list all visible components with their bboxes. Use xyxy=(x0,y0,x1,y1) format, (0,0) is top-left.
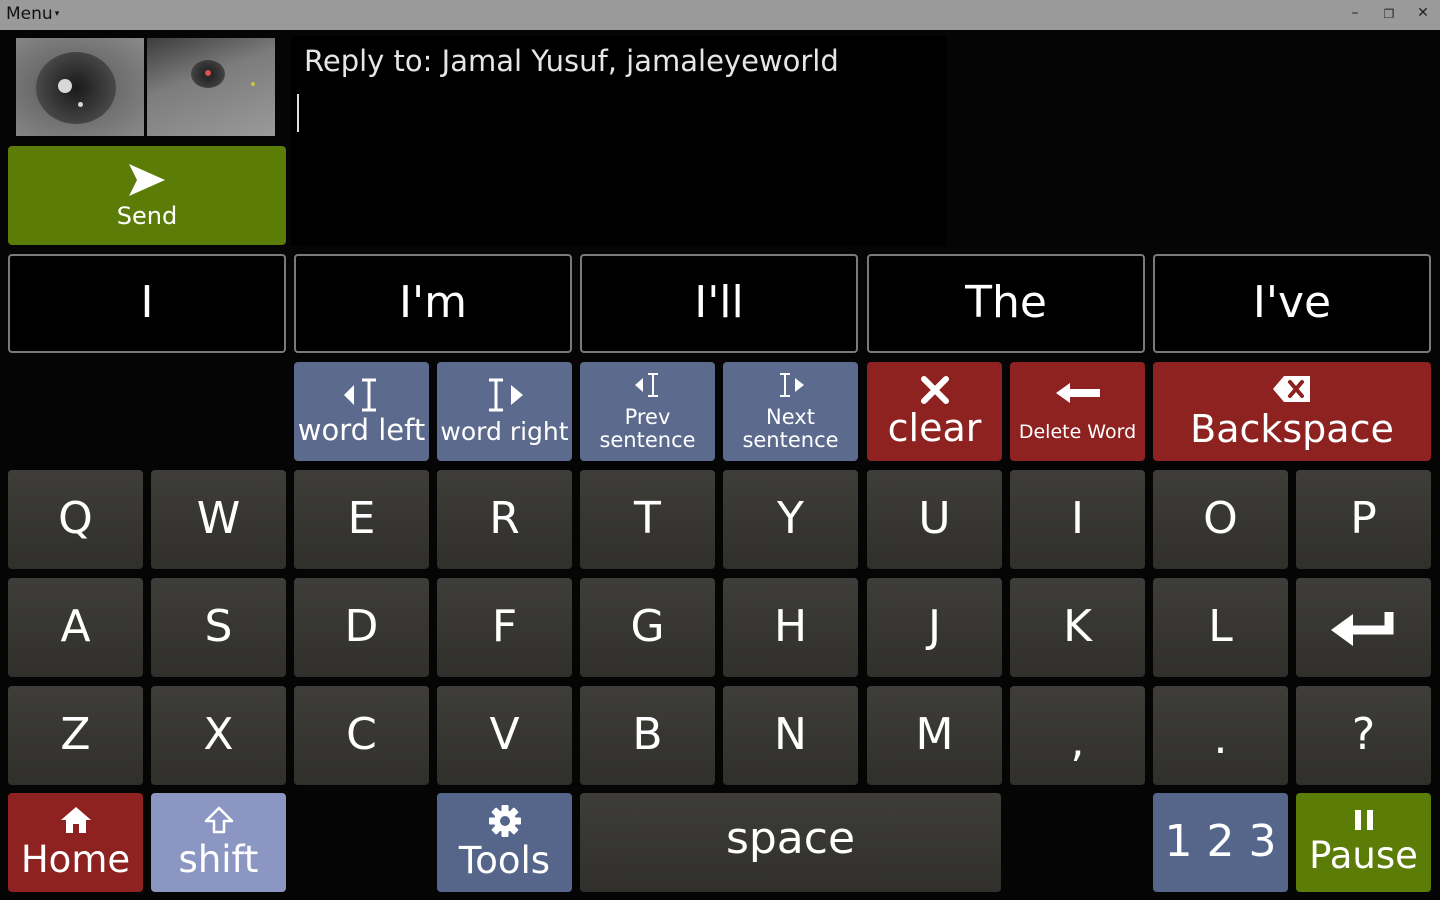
key-e[interactable]: E xyxy=(294,470,429,569)
clear-button[interactable]: clear xyxy=(867,362,1002,461)
cursor-left-icon xyxy=(342,377,382,413)
delete-word-label: Delete Word xyxy=(1018,420,1137,443)
reply-to-header: Reply to: Jamal Yusuf, jamaleyeworld xyxy=(304,44,839,78)
next-sentence-line2: sentence xyxy=(742,427,839,452)
x-icon xyxy=(920,375,950,405)
next-sentence-line1: Next xyxy=(766,405,815,430)
send-label: Send xyxy=(116,201,178,230)
key-j[interactable]: J xyxy=(867,578,1002,677)
key-comma[interactable]: , xyxy=(1010,686,1145,785)
home-icon xyxy=(59,805,93,835)
menu-label: Menu xyxy=(6,4,53,24)
key-h[interactable]: H xyxy=(723,578,858,677)
key-g[interactable]: G xyxy=(580,578,715,677)
prediction-4[interactable]: The xyxy=(867,254,1145,353)
prediction-1[interactable]: I xyxy=(8,254,286,353)
key-x[interactable]: X xyxy=(151,686,286,785)
key-z[interactable]: Z xyxy=(8,686,143,785)
word-left-button[interactable]: word left xyxy=(294,362,429,461)
pause-button[interactable]: Pause xyxy=(1296,793,1431,892)
close-button[interactable]: ✕ xyxy=(1414,5,1432,21)
clear-label: clear xyxy=(887,405,982,450)
backspace-label: Backspace xyxy=(1190,406,1394,451)
delete-word-button[interactable]: Delete Word xyxy=(1010,362,1145,461)
word-left-label: word left xyxy=(297,413,426,448)
next-sentence-button[interactable]: Next sentence xyxy=(723,362,858,461)
send-icon xyxy=(127,162,167,198)
cursor-right-icon xyxy=(777,372,805,398)
menu-caret-icon: ▾ xyxy=(54,9,60,19)
key-b[interactable]: B xyxy=(580,686,715,785)
space-button[interactable]: space xyxy=(580,793,1001,892)
key-o[interactable]: O xyxy=(1153,470,1288,569)
shift-arrow-icon xyxy=(204,805,234,835)
message-panel[interactable]: Reply to: Jamal Yusuf, jamaleyeworld xyxy=(291,36,946,246)
backspace-icon xyxy=(1272,374,1312,404)
key-a[interactable]: A xyxy=(8,578,143,677)
key-question[interactable]: ? xyxy=(1296,686,1431,785)
minimize-button[interactable]: – xyxy=(1346,5,1364,21)
pause-label: Pause xyxy=(1309,834,1418,878)
key-l[interactable]: L xyxy=(1153,578,1288,677)
numbers-button[interactable]: 1 2 3 xyxy=(1153,793,1288,892)
home-label: Home xyxy=(20,838,131,882)
eye-tracker-preview xyxy=(16,38,275,136)
keyboard-app: Send Reply to: Jamal Yusuf, jamaleyeworl… xyxy=(0,30,1440,900)
send-button[interactable]: Send xyxy=(8,146,286,245)
key-c[interactable]: C xyxy=(294,686,429,785)
key-v[interactable]: V xyxy=(437,686,572,785)
gear-icon xyxy=(488,804,522,838)
left-eye-image xyxy=(16,38,144,136)
title-bar: Menu ▾ – ❐ ✕ xyxy=(0,0,1440,30)
prev-sentence-button[interactable]: Prev sentence xyxy=(580,362,715,461)
enter-icon xyxy=(1329,608,1399,648)
key-n[interactable]: N xyxy=(723,686,858,785)
key-d[interactable]: D xyxy=(294,578,429,677)
prediction-5[interactable]: I've xyxy=(1153,254,1431,353)
key-t[interactable]: T xyxy=(580,470,715,569)
prediction-2[interactable]: I'm xyxy=(294,254,572,353)
tools-label: Tools xyxy=(458,839,551,883)
key-f[interactable]: F xyxy=(437,578,572,677)
tools-button[interactable]: Tools xyxy=(437,793,572,892)
key-m[interactable]: M xyxy=(867,686,1002,785)
key-q[interactable]: Q xyxy=(8,470,143,569)
key-u[interactable]: U xyxy=(867,470,1002,569)
key-y[interactable]: Y xyxy=(723,470,858,569)
word-right-label: word right xyxy=(440,417,569,447)
arrow-left-icon xyxy=(1054,381,1102,405)
cursor-right-icon xyxy=(485,377,525,413)
key-i[interactable]: I xyxy=(1010,470,1145,569)
key-w[interactable]: W xyxy=(151,470,286,569)
text-cursor xyxy=(297,94,299,132)
right-eye-image xyxy=(147,38,275,136)
cursor-left-icon xyxy=(634,372,662,398)
restore-button[interactable]: ❐ xyxy=(1380,7,1398,21)
enter-key[interactable] xyxy=(1296,578,1431,677)
shift-label: shift xyxy=(178,838,259,882)
key-s[interactable]: S xyxy=(151,578,286,677)
key-k[interactable]: K xyxy=(1010,578,1145,677)
backspace-button[interactable]: Backspace xyxy=(1153,362,1431,461)
menu-button[interactable]: Menu ▾ xyxy=(6,4,59,24)
pause-icon xyxy=(1353,809,1375,831)
shift-button[interactable]: shift xyxy=(151,793,286,892)
home-button[interactable]: Home xyxy=(8,793,143,892)
key-r[interactable]: R xyxy=(437,470,572,569)
prev-sentence-line2: sentence xyxy=(599,427,696,452)
word-right-button[interactable]: word right xyxy=(437,362,572,461)
key-p[interactable]: P xyxy=(1296,470,1431,569)
prev-sentence-line1: Prev xyxy=(624,405,671,430)
prediction-3[interactable]: I'll xyxy=(580,254,858,353)
key-period[interactable]: . xyxy=(1153,686,1288,785)
